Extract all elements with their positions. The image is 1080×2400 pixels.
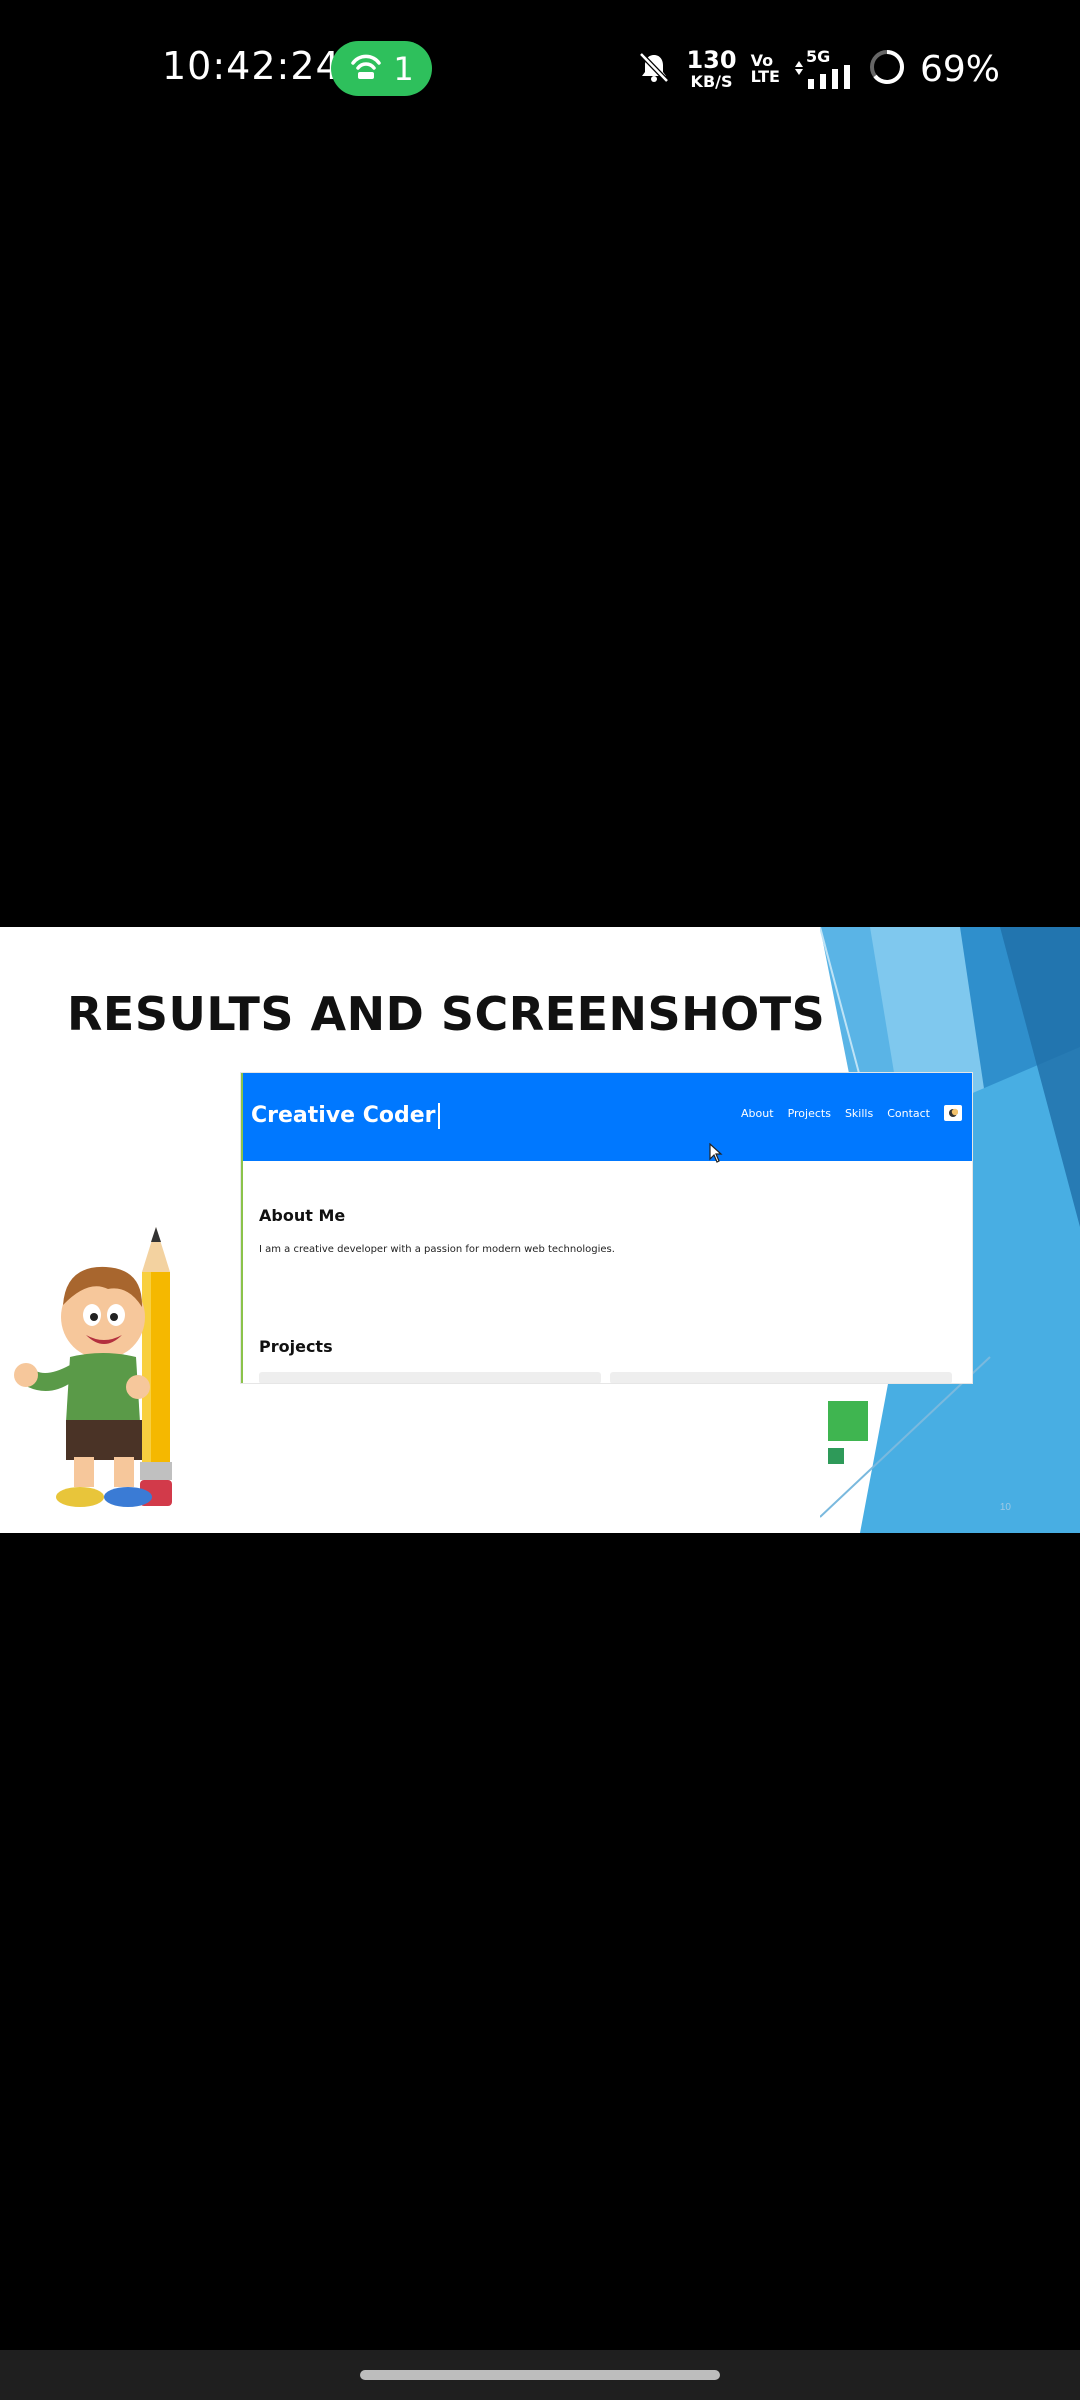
network-type: 5G: [805, 47, 831, 66]
about-text: I am a creative developer with a passion…: [259, 1244, 615, 1255]
theme-toggle-button[interactable]: [944, 1105, 962, 1121]
text-caret: [437, 1103, 440, 1129]
website-screenshot: Creative Coder About Projects Skills Con…: [241, 1073, 972, 1383]
status-clock: 10:42:24: [162, 44, 341, 88]
volte-bottom: LTE: [750, 67, 780, 86]
hotspot-count: 1: [393, 49, 414, 88]
status-bar: 10:42:24 1 130 KB/S Vo LTE 5G 69%: [0, 0, 1080, 140]
volte-indicator: Vo LTE: [751, 53, 780, 85]
network-speed: 130 KB/S: [686, 48, 736, 90]
battery-percent: 69%: [919, 48, 1000, 90]
mouse-cursor-icon: [709, 1143, 723, 1163]
hotspot-icon: [349, 51, 383, 86]
green-square: [828, 1401, 868, 1441]
network-speed-unit: KB/S: [690, 72, 733, 91]
signal-bars-icon: 5G: [794, 49, 854, 89]
site-nav-about[interactable]: About: [741, 1107, 774, 1120]
moon-icon: [949, 1108, 958, 1117]
about-heading: About Me: [259, 1206, 346, 1225]
green-square-small: [828, 1448, 844, 1464]
slide-number: 10: [999, 1502, 1011, 1513]
site-nav-projects[interactable]: Projects: [788, 1107, 831, 1120]
site-header: Creative Coder About Projects Skills Con…: [243, 1073, 972, 1161]
pencil-boy-illustration: [14, 1227, 172, 1507]
site-logo-text: Creative Coder: [251, 1103, 436, 1128]
bell-muted-icon: [636, 49, 672, 90]
hotspot-pill[interactable]: 1: [331, 41, 432, 96]
network-speed-value: 130: [686, 46, 737, 74]
site-nav-skills[interactable]: Skills: [845, 1107, 873, 1120]
project-card[interactable]: [259, 1372, 601, 1383]
project-card[interactable]: [610, 1372, 952, 1383]
projects-heading: Projects: [259, 1337, 333, 1356]
site-logo[interactable]: Creative Coder: [251, 1103, 440, 1129]
slide-title: RESULTS AND SCREENSHOTS: [67, 987, 826, 1041]
battery-ring-icon: [868, 48, 906, 91]
home-indicator[interactable]: [360, 2370, 720, 2380]
data-arrows-icon: [794, 61, 803, 75]
presentation-slide: RESULTS AND SCREENSHOTS Creative Coder A…: [0, 927, 1080, 1533]
site-nav-contact[interactable]: Contact: [887, 1107, 930, 1120]
system-nav-bar: [0, 2350, 1080, 2400]
status-icons: 130 KB/S Vo LTE 5G 69%: [636, 44, 1000, 94]
site-nav: About Projects Skills Contact: [741, 1105, 962, 1121]
